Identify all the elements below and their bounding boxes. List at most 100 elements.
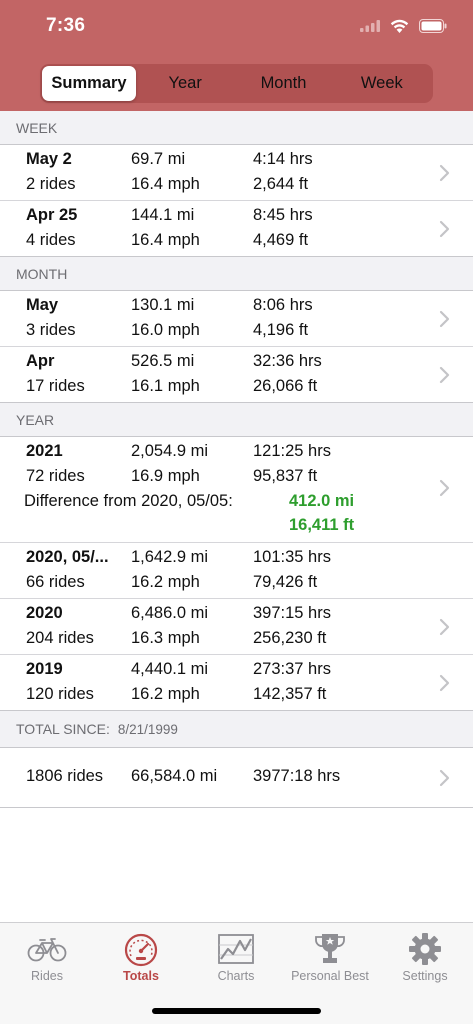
distance-value: 130.1 mi: [131, 296, 195, 314]
rides-count: 2 rides: [26, 175, 76, 193]
tab-label: Settings: [402, 969, 448, 983]
month-row-apr[interactable]: Apr 17 rides 526.5 mi 16.1 mph 32:36 hrs…: [0, 347, 473, 403]
rides-count: 66 rides: [26, 573, 85, 591]
chevron-right-icon: [439, 366, 450, 384]
tab-rides[interactable]: Rides: [0, 923, 94, 993]
tab-label: Charts: [217, 969, 255, 983]
rides-count: 4 rides: [26, 231, 76, 249]
total-row[interactable]: 1806 rides 66,584.0 mi 3977:18 hrs: [0, 748, 473, 808]
speed-value: 16.2 mph: [131, 573, 200, 591]
distance-value: 4,440.1 mi: [131, 660, 209, 678]
tab-personal-best[interactable]: Personal Best: [283, 923, 377, 993]
section-header-year: YEAR: [0, 403, 473, 437]
segment-year[interactable]: Year: [136, 66, 234, 101]
tab-totals[interactable]: Totals: [94, 923, 188, 993]
segment-month[interactable]: Month: [234, 66, 332, 101]
tab-settings[interactable]: Settings: [378, 923, 472, 993]
week-row-may-2[interactable]: May 2 2 rides 69.7 mi 16.4 mph 4:14 hrs …: [0, 145, 473, 201]
speed-value: 16.4 mph: [131, 231, 200, 249]
speed-value: 16.1 mph: [131, 377, 200, 395]
section-header-week: WEEK: [0, 111, 473, 145]
totals-list: WEEK May 2 2 rides 69.7 mi 16.4 mph 4:14…: [0, 111, 473, 808]
chevron-right-icon: [439, 618, 450, 636]
segment-summary[interactable]: Summary: [42, 66, 136, 101]
distance-value: 6,486.0 mi: [131, 604, 209, 622]
rides-count: 204 rides: [26, 629, 94, 647]
climb-value: 142,357 ft: [253, 685, 327, 703]
climb-value: 4,469 ft: [253, 231, 309, 249]
distance-value: 66,584.0 mi: [131, 767, 218, 785]
climb-value: 2,644 ft: [253, 175, 309, 193]
wifi-icon: [390, 19, 409, 33]
tab-charts[interactable]: Charts: [189, 923, 283, 993]
time-value: 397:15 hrs: [253, 604, 331, 622]
time-value: 32:36 hrs: [253, 352, 322, 370]
speed-value: 16.4 mph: [131, 175, 200, 193]
difference-label: Difference from 2020, 05/05:: [24, 492, 233, 510]
section-header-month: MONTH: [0, 257, 473, 291]
difference-distance: 412.0 mi: [289, 492, 355, 510]
year-row-2019[interactable]: 2019 120 rides 4,440.1 mi 16.2 mph 273:3…: [0, 655, 473, 711]
rides-count: 1806 rides: [26, 767, 104, 785]
climb-value: 95,837 ft: [253, 467, 318, 485]
climb-value: 79,426 ft: [253, 573, 318, 591]
period-label: 2020: [26, 604, 63, 622]
rides-count: 72 rides: [26, 467, 85, 485]
home-indicator: [152, 1008, 321, 1014]
trophy-icon: [315, 934, 345, 963]
distance-value: 2,054.9 mi: [131, 442, 209, 460]
battery-icon: [419, 19, 447, 33]
gear-icon: [409, 933, 441, 965]
chevron-right-icon: [439, 769, 450, 787]
status-time: 7:36: [46, 15, 86, 36]
speed-value: 16.3 mph: [131, 629, 200, 647]
year-row-2021[interactable]: 2021 72 rides 2,054.9 mi 16.9 mph 121:25…: [0, 437, 473, 543]
distance-value: 526.5 mi: [131, 352, 195, 370]
bicycle-icon: [27, 938, 67, 962]
header: 7:36 Summary Year Month Week: [0, 0, 473, 111]
rides-count: 17 rides: [26, 377, 85, 395]
time-value: 3977:18 hrs: [253, 767, 341, 785]
period-segmented-control: Summary Year Month Week: [40, 64, 433, 103]
speed-value: 16.2 mph: [131, 685, 200, 703]
time-value: 8:06 hrs: [253, 296, 313, 314]
section-title: TOTAL SINCE:: [16, 721, 110, 737]
section-header-total: TOTAL SINCE: 8/21/1999: [0, 711, 473, 748]
period-label: 2020, 05/...: [26, 548, 109, 566]
chevron-right-icon: [439, 220, 450, 238]
month-row-may[interactable]: May 3 rides 130.1 mi 16.0 mph 8:06 hrs 4…: [0, 291, 473, 347]
week-row-apr-25[interactable]: Apr 25 4 rides 144.1 mi 16.4 mph 8:45 hr…: [0, 201, 473, 257]
segment-week[interactable]: Week: [333, 66, 431, 101]
rides-count: 120 rides: [26, 685, 94, 703]
difference-climb: 16,411 ft: [289, 516, 355, 534]
chevron-right-icon: [439, 164, 450, 182]
section-title: MONTH: [16, 265, 68, 282]
period-label: Apr: [26, 352, 55, 370]
line-chart-icon: [218, 934, 254, 964]
distance-value: 144.1 mi: [131, 206, 195, 224]
climb-value: 256,230 ft: [253, 629, 327, 647]
period-label: 2019: [26, 660, 63, 678]
tab-label: Personal Best: [291, 969, 369, 983]
chevron-right-icon: [439, 674, 450, 692]
period-label: 2021: [26, 442, 63, 460]
distance-value: 1,642.9 mi: [131, 548, 209, 566]
chevron-right-icon: [439, 479, 450, 497]
speedometer-icon: [124, 933, 158, 967]
distance-value: 69.7 mi: [131, 150, 186, 168]
speed-value: 16.9 mph: [131, 467, 200, 485]
tab-label: Rides: [31, 969, 63, 983]
time-value: 101:35 hrs: [253, 548, 331, 566]
time-value: 273:37 hrs: [253, 660, 331, 678]
period-label: May: [26, 296, 59, 314]
time-value: 4:14 hrs: [253, 150, 313, 168]
section-title: YEAR: [16, 411, 55, 428]
chevron-right-icon: [439, 310, 450, 328]
year-row-2020-to-date[interactable]: 2020, 05/... 66 rides 1,642.9 mi 16.2 mp…: [0, 543, 473, 599]
time-value: 8:45 hrs: [253, 206, 313, 224]
year-row-2020[interactable]: 2020 204 rides 6,486.0 mi 16.3 mph 397:1…: [0, 599, 473, 655]
period-label: Apr 25: [26, 206, 78, 224]
time-value: 121:25 hrs: [253, 442, 331, 460]
climb-value: 4,196 ft: [253, 321, 309, 339]
since-date: 8/21/1999: [117, 721, 178, 737]
